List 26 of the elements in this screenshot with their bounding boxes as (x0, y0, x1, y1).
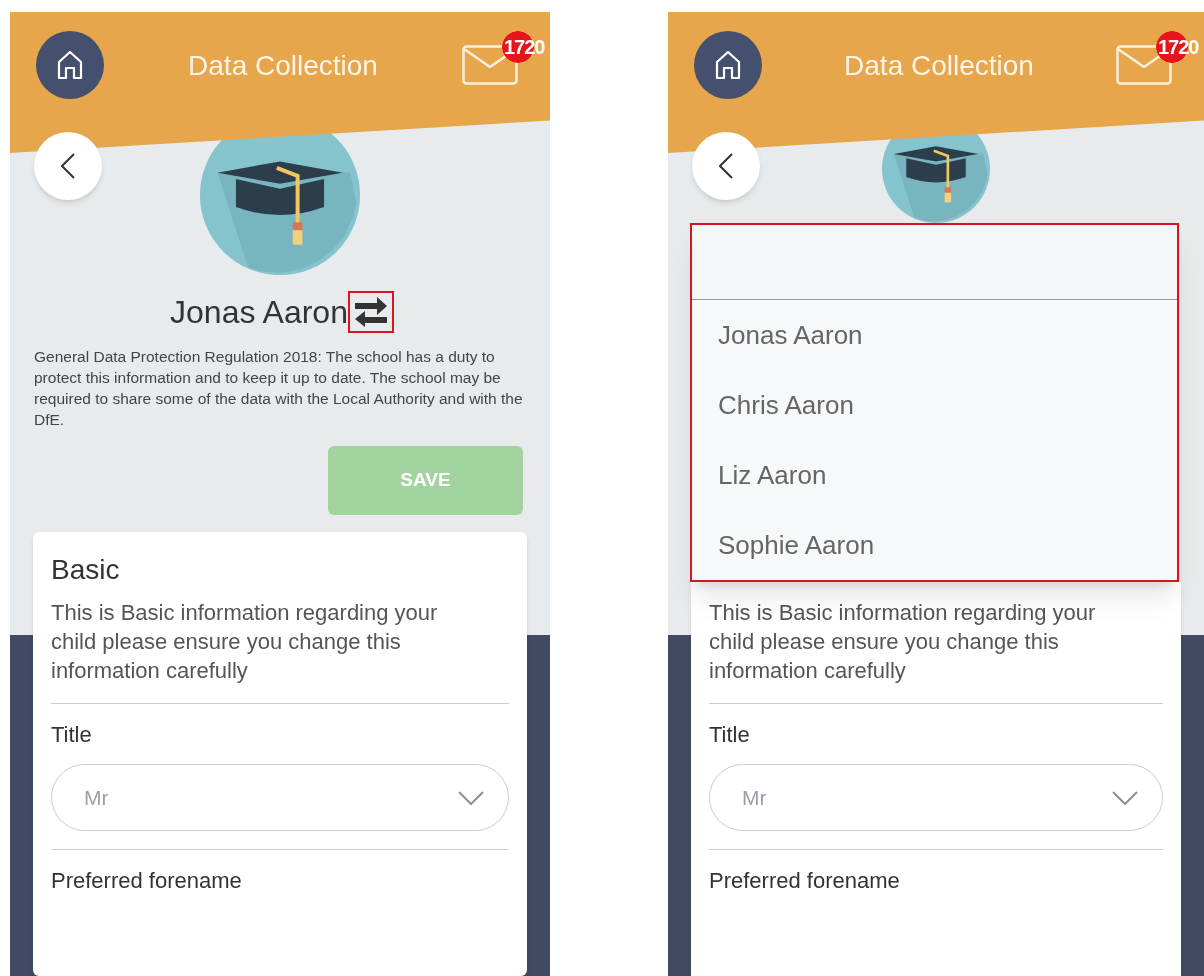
section-description: This is Basic information regarding your child please ensure you change this information carefully (51, 599, 439, 685)
student-option[interactable]: Sophie Aaron (692, 510, 1177, 580)
field-label: Title (51, 721, 93, 749)
header-title: Data Collection (844, 49, 1034, 83)
student-option[interactable]: Jonas Aaron (692, 300, 1177, 370)
chevron-left-icon (719, 153, 733, 179)
swap-arrows-icon (352, 296, 389, 329)
chevron-left-icon (61, 153, 75, 179)
student-option[interactable]: Chris Aaron (692, 370, 1177, 440)
section-title: Basic (51, 553, 121, 587)
field-label: Title (709, 721, 751, 749)
back-button[interactable] (692, 132, 760, 200)
switch-student-button[interactable] (347, 291, 394, 334)
field-label: Preferred forename (51, 867, 243, 895)
header-title: Data Collection (188, 49, 378, 83)
back-button[interactable] (34, 132, 102, 200)
data-protection-notice: General Data Protection Regulation 2018: The school has a duty to protect this information and to keep it up to date. The school may be required to share some of the data with the Local Authority and with the DfE. (33, 347, 524, 431)
student-name: Jonas Aaron (170, 293, 348, 333)
section-description: This is Basic information regarding your child please ensure you change this information carefully (709, 599, 1097, 685)
home-icon (57, 50, 83, 80)
chevron-down-icon (458, 790, 484, 805)
search-field[interactable] (692, 225, 1177, 300)
student-option[interactable]: Liz Aaron (692, 440, 1177, 510)
chevron-down-icon (1112, 790, 1138, 805)
home-icon (715, 50, 741, 80)
field-label: Preferred forename (709, 867, 901, 895)
